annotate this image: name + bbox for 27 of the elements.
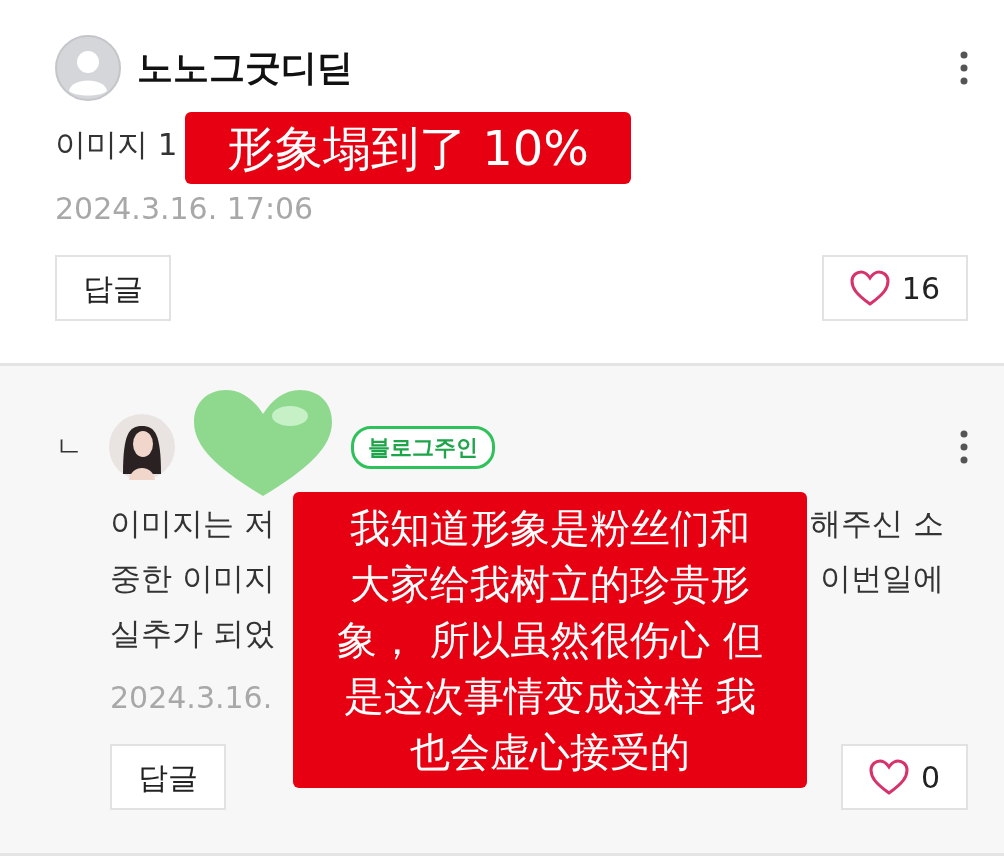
reply-button[interactable]: 답글: [55, 255, 171, 321]
comment-text: 해주신 소: [810, 504, 944, 543]
heart-icon: [868, 759, 909, 795]
caption-text: 形象塌到了 10%: [226, 119, 590, 178]
like-button[interactable]: 0: [840, 744, 968, 810]
comment-date: 2024.3.16.: [110, 679, 273, 717]
reply-button[interactable]: 답글: [110, 744, 226, 810]
comment-text: 이미지는 저: [110, 504, 275, 543]
more-icon: [960, 430, 968, 464]
comment-text: 실추가 되었: [110, 614, 275, 653]
comment-text: 중한 이미지: [110, 559, 275, 598]
caption-text: 象， 所以虽然很伤心 但: [336, 616, 764, 665]
comment-text: 이번일에: [820, 559, 944, 598]
more-icon: [960, 51, 968, 85]
avatar-icon: [109, 414, 175, 480]
caption-text: 我知道形象是粉丝们和: [349, 504, 751, 553]
caption-text: 也会虚心接受的: [409, 728, 691, 777]
avatar-icon: [55, 35, 121, 101]
caption-text: 大家给我树立的珍贵形: [349, 560, 751, 609]
reply-mark: ㄴ: [55, 429, 84, 465]
caption-text: 是这次事情变成这样 我: [342, 672, 758, 721]
like-button[interactable]: 16: [821, 255, 968, 321]
author-name: 노노그굿디딛: [137, 46, 353, 90]
comment-text: 이미지 1: [55, 125, 178, 164]
comment-date: 2024.3.16. 17:06: [55, 190, 314, 228]
owner-badge: 블로그주인: [351, 425, 495, 469]
heart-icon: [849, 270, 890, 306]
